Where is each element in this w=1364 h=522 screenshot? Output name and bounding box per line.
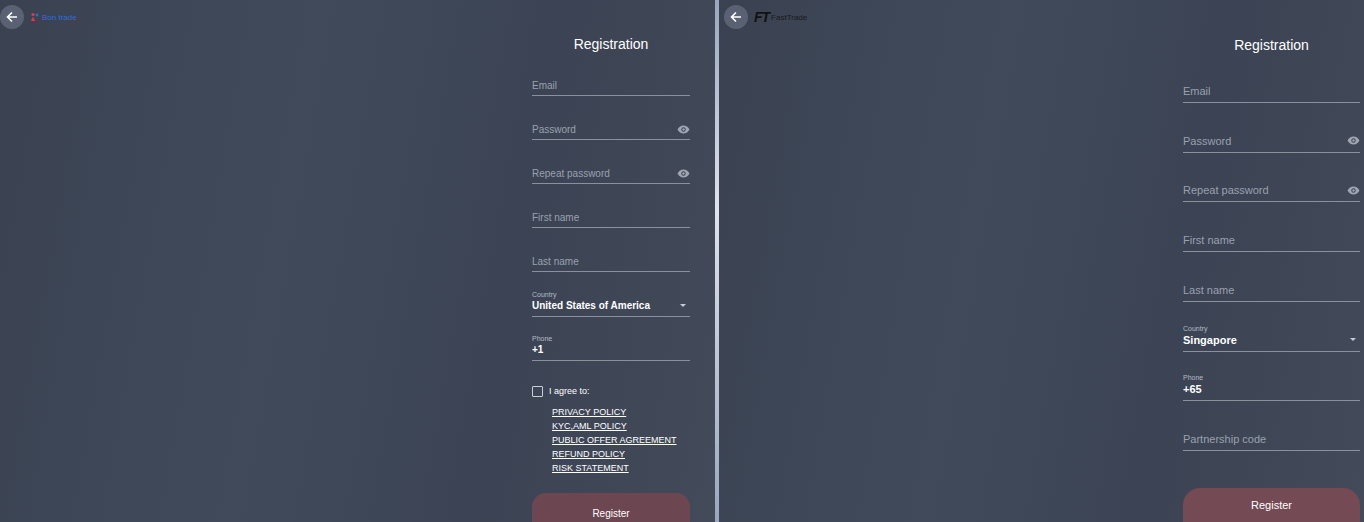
field-label: Phone xyxy=(532,334,690,343)
policy-link[interactable]: KYC,AML POLICY xyxy=(552,419,690,433)
form-field[interactable]: Password xyxy=(1183,103,1360,153)
field-value: +65 xyxy=(1183,383,1202,395)
field-placeholder: Repeat password xyxy=(1183,184,1269,196)
registration-panel: Bon trade Registration Email Password Repeat… xyxy=(0,0,715,522)
field-placeholder: Email xyxy=(532,80,557,91)
agreement: I agree to: PRIVACY POLICYKYC,AML POLICYP… xyxy=(532,386,690,475)
field-value: Singapore xyxy=(1183,334,1237,346)
back-button[interactable] xyxy=(0,5,24,29)
field-placeholder: Email xyxy=(1183,85,1211,97)
form-field[interactable]: Phone+1 xyxy=(532,317,690,361)
form-field[interactable]: Repeat password xyxy=(532,140,690,184)
back-button[interactable] xyxy=(724,5,748,29)
field-placeholder: Repeat password xyxy=(532,168,610,179)
logo-mark: FT xyxy=(754,9,769,25)
form-field[interactable]: Partnership code xyxy=(1183,401,1360,451)
eye-icon[interactable] xyxy=(1347,136,1360,145)
logo[interactable]: Bon trade xyxy=(30,12,77,22)
policy-links: PRIVACY POLICYKYC,AML POLICYPUBLIC OFFER… xyxy=(532,405,690,475)
logo-text: FastTrade xyxy=(771,13,807,22)
form-field[interactable]: Password xyxy=(532,96,690,140)
form-title: Registration xyxy=(532,36,690,52)
field-placeholder: First name xyxy=(532,212,579,223)
register-button[interactable]: Register xyxy=(1183,488,1360,522)
form-field[interactable]: Last name xyxy=(532,228,690,272)
eye-icon[interactable] xyxy=(677,169,690,178)
arrow-left-icon xyxy=(729,10,743,24)
field-placeholder: Last name xyxy=(532,256,579,267)
form-field[interactable]: Phone+65 xyxy=(1183,352,1360,402)
field-placeholder: Partnership code xyxy=(1183,433,1266,445)
form-title: Registration xyxy=(1183,37,1360,53)
form-field[interactable]: Last name xyxy=(1183,252,1360,302)
eye-icon[interactable] xyxy=(1347,186,1360,195)
field-value: +1 xyxy=(532,344,543,355)
header: FTFastTrade xyxy=(724,0,807,29)
form-field[interactable]: Email xyxy=(532,52,690,96)
registration-form: Registration Email Password Repeat password… xyxy=(532,0,690,522)
form-field[interactable]: CountrySingapore xyxy=(1183,302,1360,352)
field-label: Country xyxy=(532,290,690,299)
policy-link[interactable]: PUBLIC OFFER AGREEMENT xyxy=(552,433,690,447)
checkbox-icon[interactable] xyxy=(532,386,543,397)
field-value: United States of America xyxy=(532,300,650,311)
form-field[interactable]: Repeat password xyxy=(1183,153,1360,203)
logo-text: Bon trade xyxy=(42,13,77,22)
form-field[interactable]: First name xyxy=(1183,202,1360,252)
agree-label: I agree to: xyxy=(549,386,590,396)
policy-link[interactable]: REFUND POLICY xyxy=(552,447,690,461)
form-field[interactable]: First name xyxy=(532,184,690,228)
policy-link[interactable]: PRIVACY POLICY xyxy=(552,405,690,419)
logo-icon xyxy=(30,12,40,22)
agree-checkbox[interactable]: I agree to: xyxy=(532,386,690,397)
registration-panel: FTFastTrade Registration Email Password Repe… xyxy=(719,0,1364,522)
field-placeholder: Password xyxy=(1183,135,1231,147)
register-button[interactable]: Register xyxy=(532,493,690,522)
screen: Bon trade Registration Email Password Repeat… xyxy=(0,0,1364,522)
form-field[interactable]: Email xyxy=(1183,53,1360,103)
field-label: Country xyxy=(1183,324,1360,333)
header: Bon trade xyxy=(0,0,77,29)
form-field[interactable]: CountryUnited States of America xyxy=(532,272,690,316)
dropdown-caret-icon[interactable] xyxy=(1350,338,1356,341)
dropdown-caret-icon[interactable] xyxy=(680,304,686,307)
field-placeholder: First name xyxy=(1183,234,1235,246)
logo[interactable]: FTFastTrade xyxy=(754,9,807,25)
registration-form: Registration Email Password Repeat password… xyxy=(1183,0,1360,522)
eye-icon[interactable] xyxy=(677,125,690,134)
field-label: Phone xyxy=(1183,373,1360,382)
policy-link[interactable]: RISK STATEMENT xyxy=(552,461,690,475)
arrow-left-icon xyxy=(5,10,19,24)
field-placeholder: Last name xyxy=(1183,284,1234,296)
field-placeholder: Password xyxy=(532,124,576,135)
